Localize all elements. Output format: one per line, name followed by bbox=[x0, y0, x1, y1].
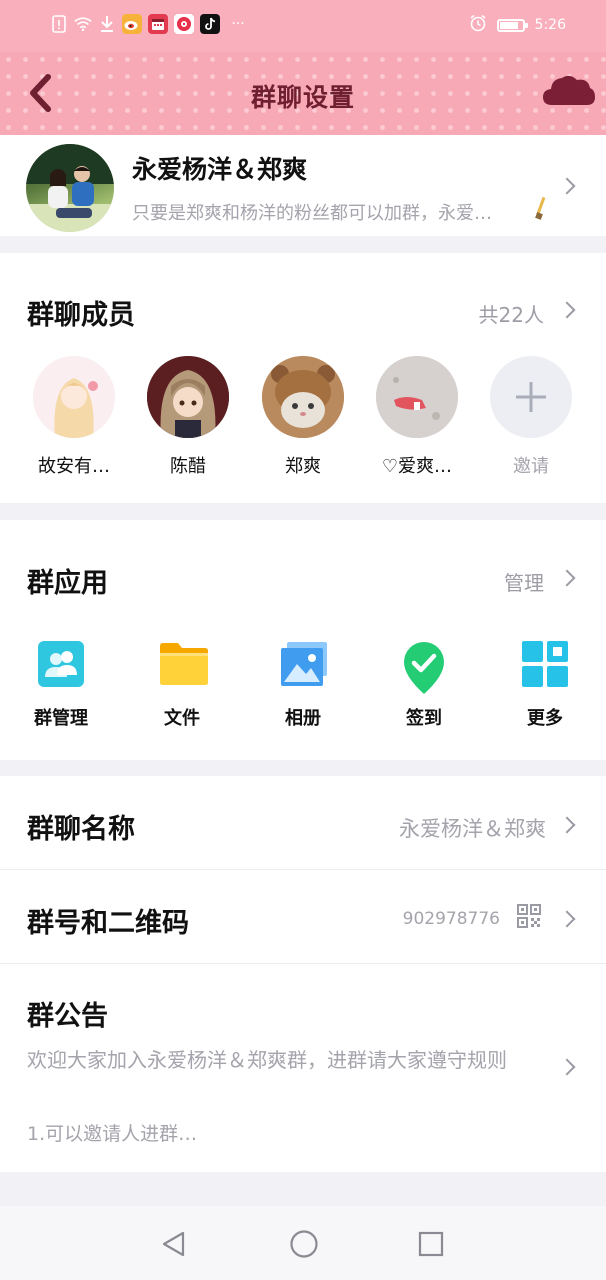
emoji-icon bbox=[534, 195, 548, 225]
member-item[interactable]: 故安有… bbox=[26, 356, 122, 478]
chevron-right-icon bbox=[561, 910, 573, 930]
notice-text: 欢迎大家加入永爱杨洋＆郑爽群，进群请大家遵守规则 bbox=[27, 1048, 507, 1072]
member-name: 故安有… bbox=[38, 456, 110, 477]
cloud-icon[interactable] bbox=[542, 72, 596, 108]
app-label: 文件 bbox=[164, 708, 200, 729]
download-icon bbox=[98, 15, 116, 33]
more-notifications-icon: ··· bbox=[231, 16, 245, 32]
settings-card: 群聊名称 永爱杨洋＆郑爽 群号和二维码 902978776 群公告 欢迎大家加入… bbox=[0, 776, 606, 1172]
app-checkin[interactable]: 签到 bbox=[374, 640, 474, 730]
invite-label: 邀请 bbox=[513, 456, 549, 477]
nav-back-icon[interactable] bbox=[160, 1230, 188, 1258]
app-album[interactable]: 相册 bbox=[253, 640, 353, 730]
app-group-manage[interactable]: 群管理 bbox=[11, 640, 111, 730]
member-name: 郑爽 bbox=[285, 456, 321, 477]
group-manage-icon bbox=[37, 640, 85, 688]
group-id-row[interactable]: 群号和二维码 902978776 bbox=[0, 870, 606, 963]
group-description: 只要是郑爽和杨洋的粉丝都可以加群，永爱… bbox=[132, 203, 492, 224]
members-card: 群聊成员 共22人 故安有… 陈醋 郑爽 ♡爱爽… 邀请 bbox=[0, 253, 606, 503]
wifi-icon bbox=[74, 15, 92, 33]
app-files[interactable]: 文件 bbox=[132, 640, 232, 730]
notice-label: 群公告 bbox=[27, 1001, 108, 1032]
battery-icon bbox=[496, 18, 528, 32]
group-name-label: 群聊名称 bbox=[27, 814, 135, 845]
app-label: 签到 bbox=[406, 708, 442, 729]
chevron-right-icon bbox=[561, 816, 573, 836]
header-bar: ··· 5:26 群聊设置 bbox=[0, 0, 606, 135]
member-name: 陈醋 bbox=[170, 456, 206, 477]
page-title: 群聊设置 bbox=[250, 83, 355, 112]
member-avatar bbox=[33, 356, 115, 438]
system-nav-bar bbox=[0, 1206, 606, 1280]
app-more[interactable]: 更多 bbox=[495, 640, 595, 730]
tiktok-icon bbox=[200, 14, 220, 34]
member-item[interactable]: 郑爽 bbox=[255, 356, 351, 478]
photo-album-icon bbox=[279, 640, 327, 688]
app-label: 更多 bbox=[527, 708, 563, 729]
group-id-label: 群号和二维码 bbox=[27, 908, 189, 939]
status-right: 5:26 bbox=[469, 14, 566, 36]
group-name-value: 永爱杨洋＆郑爽 bbox=[399, 817, 546, 841]
members-title: 群聊成员 bbox=[27, 300, 135, 331]
group-notice-row[interactable]: 群公告 欢迎大家加入永爱杨洋＆郑爽群，进群请大家遵守规则 1.可以邀请人进群… bbox=[0, 964, 606, 1172]
qr-code-icon bbox=[517, 904, 541, 932]
notice-text-line2: 1.可以邀请人进群… bbox=[27, 1123, 198, 1145]
sim-alert-icon bbox=[50, 15, 68, 33]
group-id-value: 902978776 bbox=[402, 909, 500, 929]
weibo-icon bbox=[122, 14, 142, 34]
member-item[interactable]: 陈醋 bbox=[140, 356, 236, 478]
app-label: 相册 bbox=[285, 708, 321, 729]
group-name: 永爱杨洋＆郑爽 bbox=[132, 155, 308, 184]
group-info-card[interactable]: 永爱杨洋＆郑爽 只要是郑爽和杨洋的粉丝都可以加群，永爱… bbox=[0, 135, 606, 236]
group-name-row[interactable]: 群聊名称 永爱杨洋＆郑爽 bbox=[0, 776, 606, 869]
app-label: 群管理 bbox=[34, 708, 88, 729]
member-avatar bbox=[376, 356, 458, 438]
add-member-icon bbox=[490, 356, 572, 438]
member-avatar bbox=[147, 356, 229, 438]
member-avatar bbox=[262, 356, 344, 438]
chevron-right-icon[interactable] bbox=[561, 301, 573, 321]
calendar-app-icon bbox=[148, 14, 168, 34]
chevron-right-icon[interactable] bbox=[561, 569, 573, 589]
status-bar: ··· 5:26 bbox=[0, 0, 606, 52]
apps-manage-link[interactable]: 管理 bbox=[504, 567, 544, 596]
chevron-right-icon bbox=[561, 1058, 573, 1078]
status-time: 5:26 bbox=[534, 17, 566, 33]
member-item[interactable]: ♡爱爽… bbox=[369, 356, 465, 478]
alarm-icon bbox=[469, 14, 487, 36]
checkin-icon bbox=[400, 640, 448, 694]
group-apps-card: 群应用 管理 群管理 文件 相册 签到 更多 bbox=[0, 520, 606, 760]
more-grid-icon bbox=[521, 640, 569, 688]
nav-recents-icon[interactable] bbox=[418, 1231, 444, 1257]
invite-button[interactable]: 邀请 bbox=[483, 356, 579, 478]
members-count[interactable]: 共22人 bbox=[479, 299, 544, 328]
music-app-icon bbox=[174, 14, 194, 34]
status-left-icons: ··· bbox=[50, 14, 250, 34]
member-name: ♡爱爽… bbox=[381, 456, 453, 477]
apps-title: 群应用 bbox=[27, 568, 108, 599]
chevron-right-icon bbox=[561, 177, 573, 197]
group-avatar bbox=[26, 144, 114, 232]
folder-icon bbox=[158, 640, 208, 688]
nav-home-icon[interactable] bbox=[289, 1229, 319, 1259]
